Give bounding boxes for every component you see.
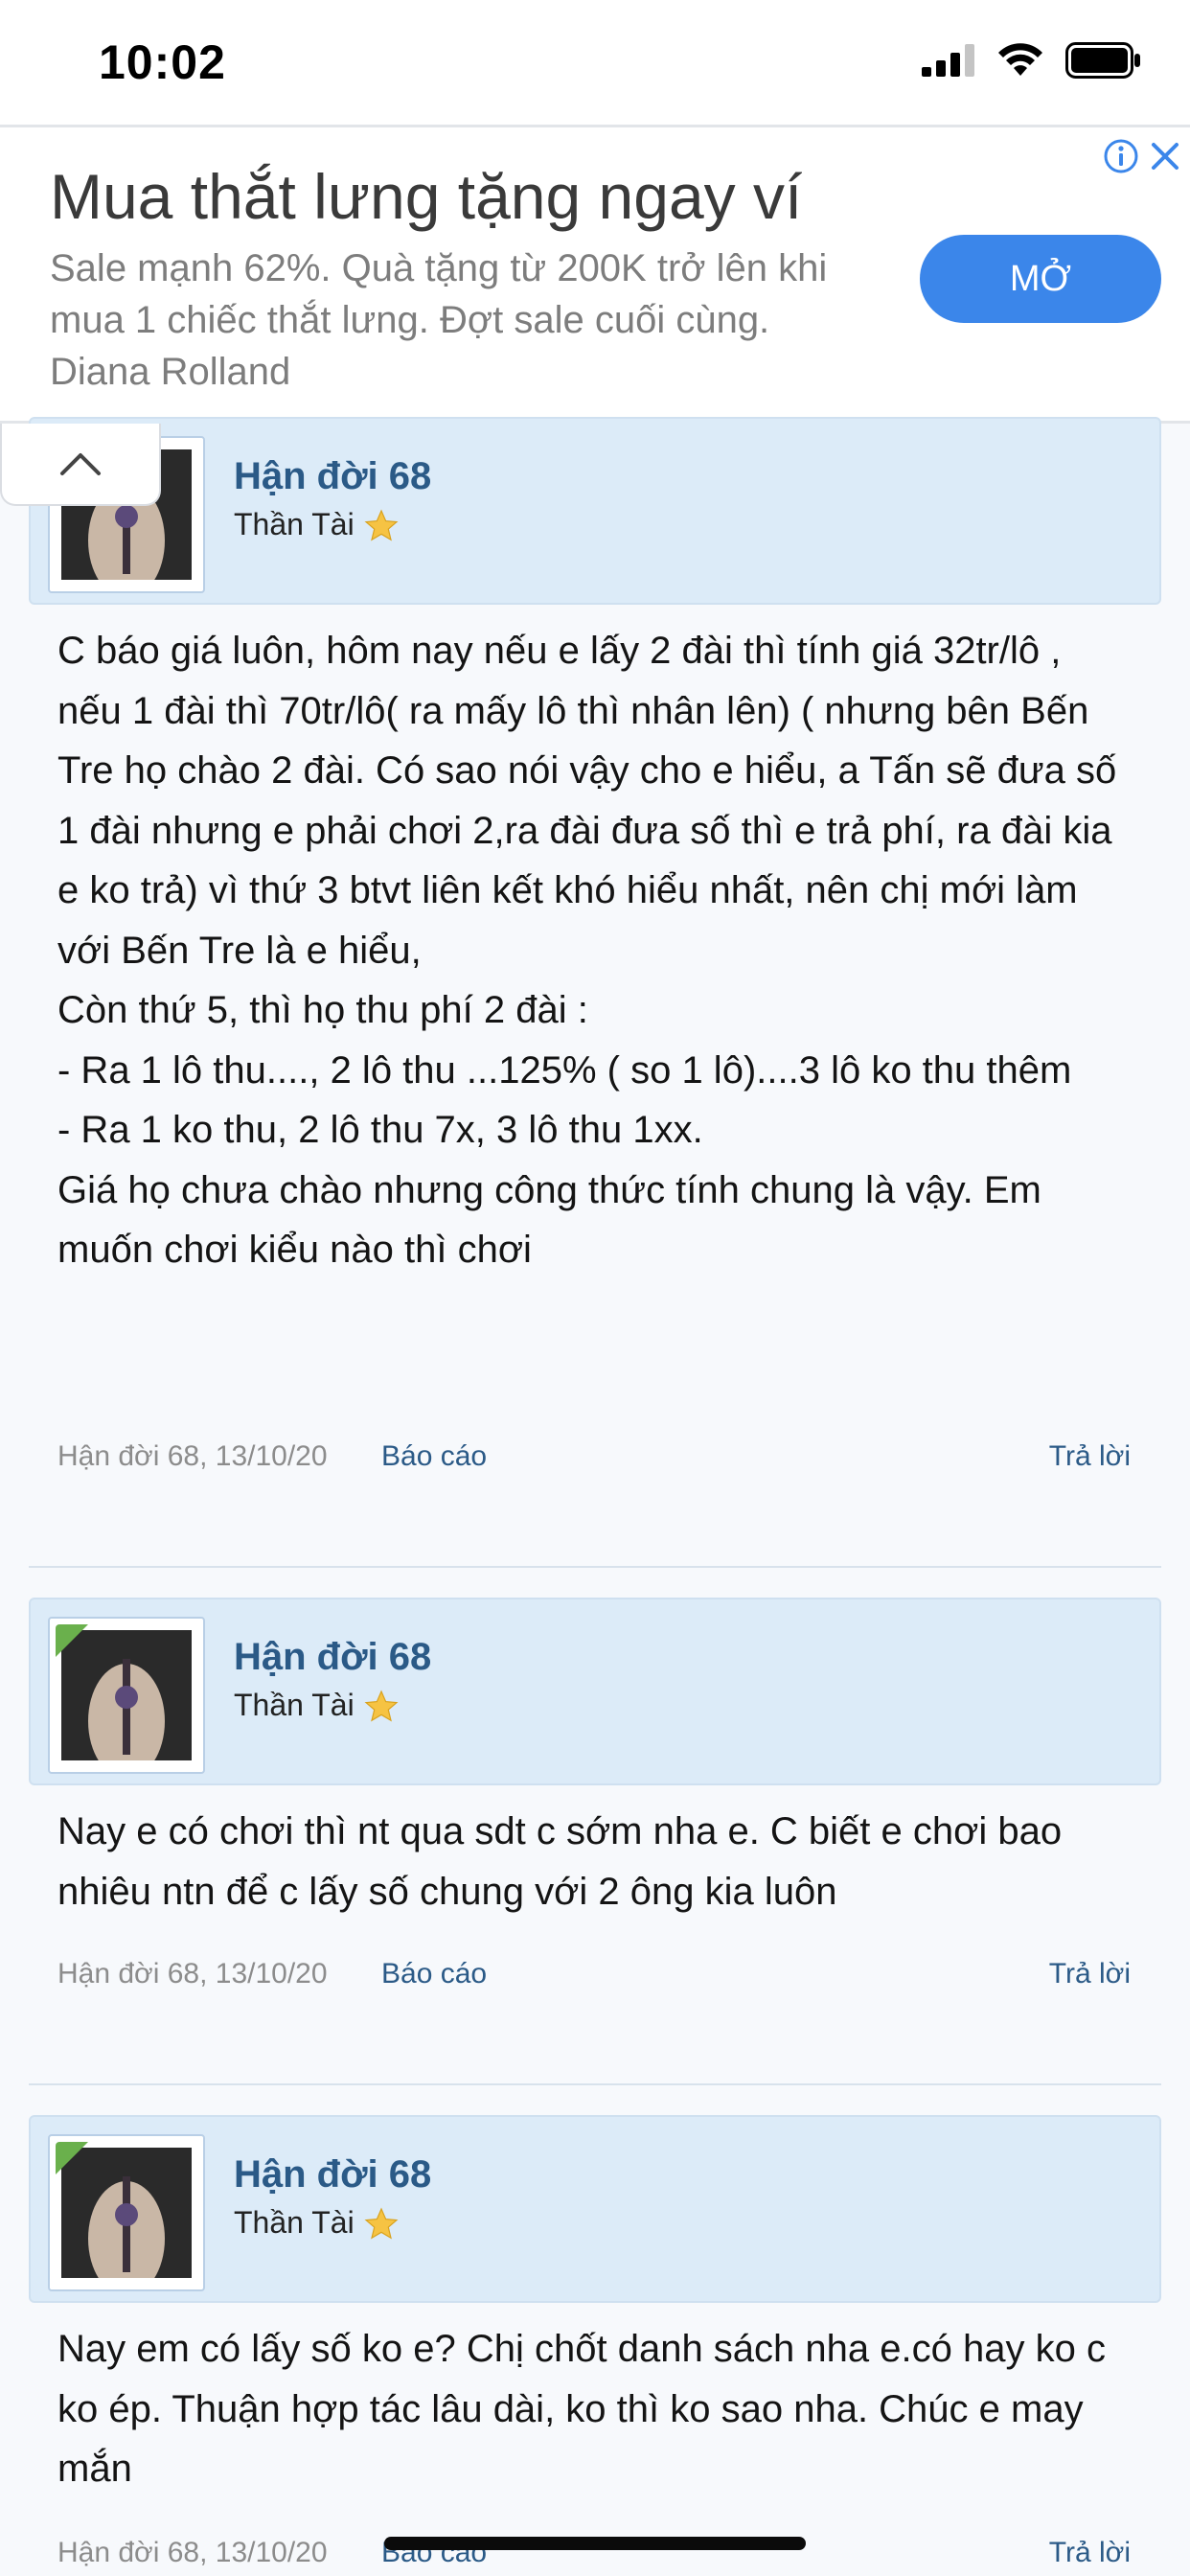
user-title-text: Thần Tài <box>234 507 355 541</box>
star-icon <box>364 2206 399 2240</box>
ad-advertiser: Diana Rolland <box>50 351 291 393</box>
chevron-up-icon <box>60 453 101 475</box>
user-title: Thần Tài <box>234 2205 399 2241</box>
report-link[interactable]: Báo cáo <box>381 1958 487 1990</box>
user-title-text: Thần Tài <box>234 1688 355 1722</box>
reply-link[interactable]: Trả lời <box>1049 1958 1131 1990</box>
ad-banner[interactable]: Mua thắt lưng tặng ngay ví Sale mạnh 62%… <box>0 125 1190 424</box>
post-header: Hận đời 68 Thần Tài <box>29 417 1161 605</box>
reply-link[interactable]: Trả lời <box>1049 1440 1131 1473</box>
status-time: 10:02 <box>99 35 226 89</box>
post-meta: Hận đời 68, 13/10/20 <box>57 1440 328 1472</box>
post-body-text: Nay e có chơi thì nt qua sdt c sớm nha e… <box>57 1810 1073 1913</box>
user-title: Thần Tài <box>234 1688 399 1723</box>
star-icon <box>364 1689 399 1722</box>
post-body-text: Nay em có lấy số ko e? Chị chốt danh sác… <box>57 2328 1117 2490</box>
user-title-text: Thần Tài <box>234 2205 355 2240</box>
post-author[interactable]: Hận đời 68 <box>234 455 431 498</box>
post-divider <box>29 2083 1161 2085</box>
ad-title[interactable]: Mua thắt lưng tặng ngay ví <box>50 160 802 233</box>
home-indicator[interactable] <box>384 2537 806 2550</box>
post-meta: Hận đời 68, 13/10/20 <box>57 1958 328 1990</box>
avatar[interactable] <box>48 1617 205 1774</box>
post-divider <box>29 1566 1161 1568</box>
new-post-indicator <box>56 2142 88 2174</box>
post-body: Nay e có chơi thì nt qua sdt c sớm nha e… <box>57 1802 1131 1921</box>
star-icon <box>364 508 399 541</box>
reply-link[interactable]: Trả lời <box>1049 2537 1131 2569</box>
user-title: Thần Tài <box>234 507 399 542</box>
ad-description-text: Sale mạnh 62%. Quà tặng từ 200K trở lên … <box>50 247 828 341</box>
post-author[interactable]: Hận đời 68 <box>234 1636 431 1679</box>
cellular-signal-icon <box>922 44 974 77</box>
post-body: C báo giá luôn, hôm nay nếu e lấy 2 đài … <box>57 621 1131 1280</box>
status-icons <box>922 42 1142 79</box>
post-body-text: C báo giá luôn, hôm nay nếu e lấy 2 đài … <box>57 630 1117 1271</box>
avatar[interactable] <box>48 2134 205 2291</box>
status-bar: 10:02 <box>0 0 1190 125</box>
post-author[interactable]: Hận đời 68 <box>234 2153 431 2196</box>
report-link[interactable]: Báo cáo <box>381 1440 487 1473</box>
post-meta: Hận đời 68, 13/10/20 <box>57 2537 328 2568</box>
post-body: Nay em có lấy số ko e? Chị chốt danh sác… <box>57 2319 1131 2499</box>
new-post-indicator <box>56 1624 88 1657</box>
collapse-ad-button[interactable] <box>0 424 161 506</box>
ad-close-icon[interactable] <box>1146 137 1184 175</box>
post-header: Hận đời 68 Thần Tài <box>29 1598 1161 1785</box>
ad-description: Sale mạnh 62%. Quà tặng từ 200K trở lên … <box>50 242 893 398</box>
ad-open-button[interactable]: MỞ <box>920 235 1161 323</box>
ad-info-icon[interactable] <box>1102 137 1140 175</box>
wifi-icon <box>998 43 1042 76</box>
post-header: Hận đời 68 Thần Tài <box>29 2115 1161 2303</box>
battery-icon <box>1065 42 1140 79</box>
